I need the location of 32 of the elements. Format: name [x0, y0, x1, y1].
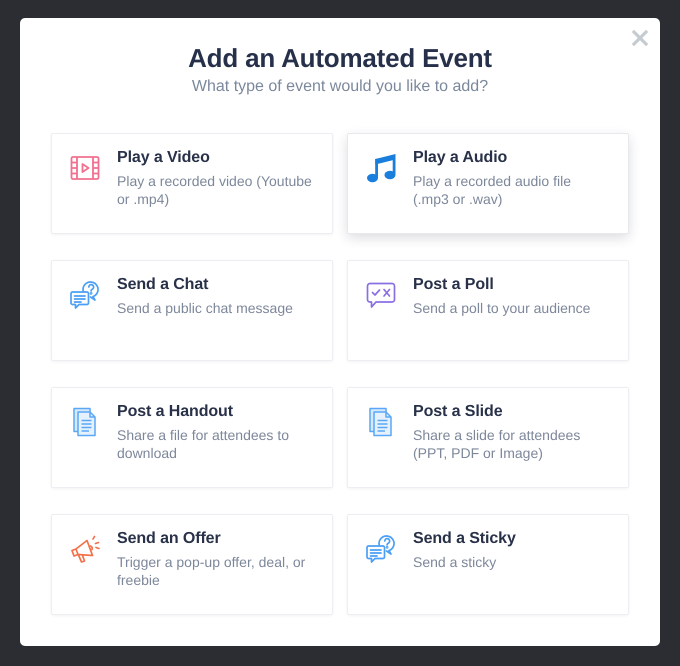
- event-option-card[interactable]: Play a Video Play a recorded video (Youtube or .mp4): [51, 133, 333, 234]
- dialog-title: Add an Automated Event: [187, 42, 493, 74]
- event-description: Send a sticky: [413, 553, 498, 571]
- event-option-card[interactable]: Send an Offer Trigger a pop-up offer, deal, or freebie: [51, 514, 333, 615]
- event-title: Send an Offer: [117, 529, 222, 549]
- dialog-subtitle: What type of event would you like to add?: [190, 77, 490, 97]
- event-option-card[interactable]: Post a Slide Share a slide for attendees (PPT, PDF or Image): [347, 387, 629, 488]
- event-description: Trigger a pop-up offer, deal, or freebie: [117, 553, 306, 589]
- event-description: Share a file for attendees to download: [117, 426, 290, 462]
- event-description: Play a recorded video (Youtube or .mp4): [117, 172, 313, 208]
- event-title: Play a Audio: [413, 148, 508, 168]
- event-title: Post a Poll: [413, 275, 495, 295]
- chat-bubbles-icon: [365, 533, 397, 565]
- event-option-card[interactable]: Post a Handout Share a file for attendees to download: [51, 387, 333, 488]
- event-title: Send a Sticky: [413, 529, 517, 549]
- event-title: Play a Video: [117, 148, 211, 168]
- event-title: Post a Slide: [413, 402, 504, 422]
- event-option-card[interactable]: Send a Sticky Send a sticky: [347, 514, 629, 615]
- chat-bubbles-icon: [69, 279, 101, 311]
- event-title: Send a Chat: [117, 275, 210, 295]
- event-description: Play a recorded audio file (.mp3 or .wav): [413, 172, 572, 208]
- event-option-card[interactable]: Send a Chat Send a public chat message: [51, 260, 333, 361]
- music-note-icon: [365, 152, 397, 184]
- event-description: Share a slide for attendees (PPT, PDF or Image): [413, 426, 582, 462]
- megaphone-icon: [69, 533, 101, 565]
- event-option-card[interactable]: Play a Audio Play a recorded audio file (.mp3 or .wav): [347, 133, 629, 234]
- close-button[interactable]: [632, 30, 648, 46]
- event-title: Post a Handout: [117, 402, 234, 422]
- close-icon: [632, 30, 648, 46]
- event-option-card[interactable]: Post a Poll Send a poll to your audience: [347, 260, 629, 361]
- event-description: Send a public chat message: [117, 299, 294, 317]
- event-description: Send a poll to your audience: [413, 299, 592, 317]
